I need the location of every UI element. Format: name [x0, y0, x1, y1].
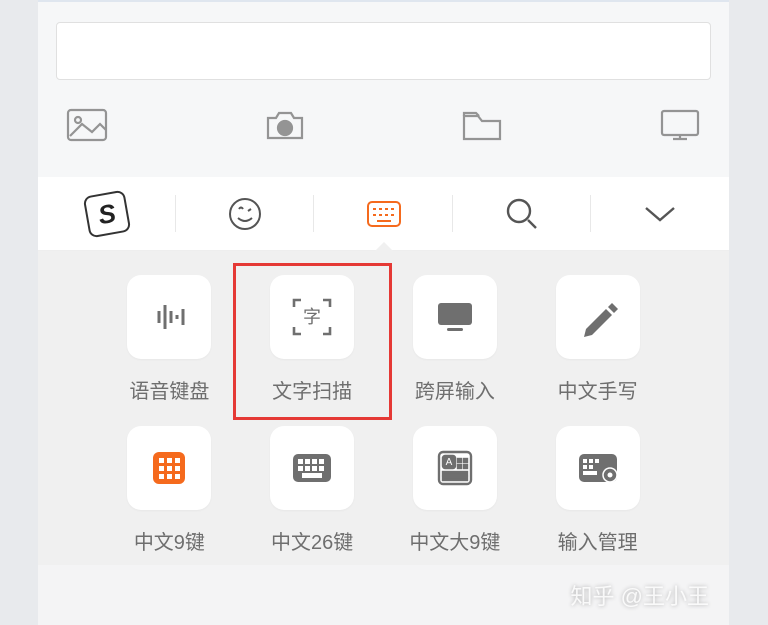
app-screen: S 语音键盘 字 文字扫描 跨屏输入 中文手写 中文9键 中文26键 A 中文大…	[38, 0, 729, 625]
input-area	[38, 22, 729, 90]
keyboard-icon	[366, 196, 402, 232]
scan-char-icon: 字	[270, 275, 354, 359]
search-tab[interactable]	[453, 177, 591, 250]
camera-icon[interactable]	[264, 108, 306, 147]
option-label: 中文9键	[134, 526, 205, 555]
monitor-icon[interactable]	[659, 108, 701, 147]
keyboard-gear-icon	[556, 426, 640, 510]
sogou-logo-icon: S	[83, 189, 132, 238]
option-label: 中文手写	[558, 375, 638, 404]
monitor-fill-icon	[413, 275, 497, 359]
option-label: 中文大9键	[409, 526, 500, 555]
image-icon[interactable]	[66, 108, 108, 147]
waveform-icon	[127, 275, 211, 359]
option-voice-keyboard[interactable]: 语音键盘	[98, 275, 241, 404]
option-label: 输入管理	[558, 526, 638, 555]
option-input-manage[interactable]: 输入管理	[526, 426, 669, 555]
keypad-a-icon: A	[413, 426, 497, 510]
attachment-row	[38, 90, 729, 177]
option-handwriting[interactable]: 中文手写	[526, 275, 669, 404]
keyboard-icon	[270, 426, 354, 510]
grid9-icon	[127, 426, 211, 510]
option-chinese-big9[interactable]: A 中文大9键	[384, 426, 527, 555]
emoji-icon	[227, 196, 263, 232]
keyboard-options-panel: 语音键盘 字 文字扫描 跨屏输入 中文手写 中文9键 中文26键 A 中文大9键…	[38, 251, 729, 565]
option-chinese-9key[interactable]: 中文9键	[98, 426, 241, 555]
search-icon	[504, 196, 540, 232]
option-label: 文字扫描	[272, 375, 352, 404]
collapse-tab[interactable]	[591, 177, 729, 250]
sogou-tab[interactable]: S	[38, 177, 176, 250]
svg-text:A: A	[446, 457, 453, 468]
chevron-down-icon	[642, 196, 678, 232]
option-label: 跨屏输入	[415, 375, 495, 404]
option-text-scan[interactable]: 字 文字扫描	[241, 275, 384, 404]
emoji-tab[interactable]	[176, 177, 314, 250]
option-cross-screen[interactable]: 跨屏输入	[384, 275, 527, 404]
option-label: 中文26键	[271, 526, 353, 555]
ime-toolbar: S	[38, 177, 729, 251]
option-label: 语音键盘	[129, 375, 209, 404]
watermark: 知乎 @王小王	[571, 579, 709, 611]
top-gap	[38, 0, 729, 22]
keyboard-tab[interactable]	[314, 177, 452, 250]
option-chinese-26key[interactable]: 中文26键	[241, 426, 384, 555]
folder-icon[interactable]	[461, 108, 503, 147]
text-input[interactable]	[56, 22, 711, 80]
pen-icon	[556, 275, 640, 359]
svg-text:字: 字	[303, 307, 321, 327]
